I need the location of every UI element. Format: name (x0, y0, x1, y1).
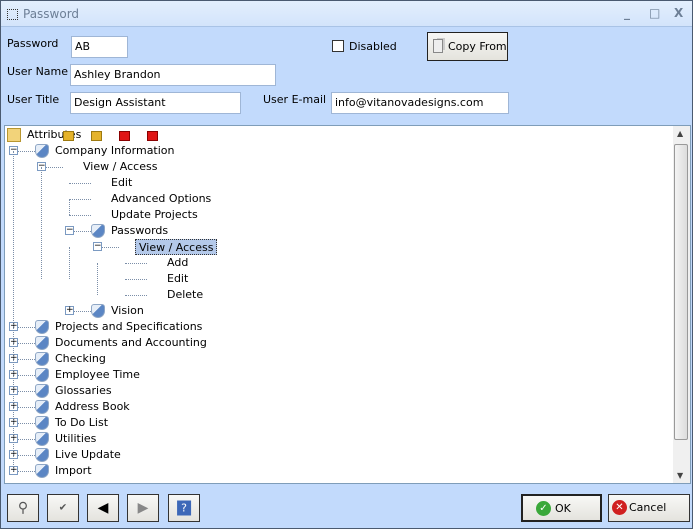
tree-item[interactable]: Checking (55, 351, 106, 367)
tree-item[interactable]: Live Update (55, 447, 121, 463)
tree-item[interactable]: Glossaries (55, 383, 112, 399)
shield-icon (35, 320, 49, 334)
tree-item[interactable]: View / Access (135, 239, 218, 255)
shield-icon (35, 416, 49, 430)
arrow-right-icon: ▶ (137, 500, 149, 516)
spell-check-button[interactable]: ✔ (47, 494, 79, 522)
tree-connector (69, 215, 91, 216)
tree-connector (41, 167, 42, 279)
arrow-left-icon: ◀ (97, 500, 109, 516)
user-name-input[interactable]: Ashley Brandon (70, 64, 276, 86)
collapse-toggle[interactable]: − (93, 242, 102, 251)
minimize-button[interactable]: _ (624, 6, 630, 20)
tree-item[interactable]: To Do List (55, 415, 108, 431)
next-button[interactable]: ▶ (127, 494, 159, 522)
shield-icon (35, 400, 49, 414)
previous-button[interactable]: ◀ (87, 494, 119, 522)
shield-icon (91, 224, 105, 238)
close-button[interactable]: X (674, 6, 683, 20)
user-name-label: User Name (7, 65, 69, 78)
tree-connector (125, 295, 147, 296)
password-input[interactable]: AB (71, 36, 128, 58)
user-email-label: User E-mail (263, 93, 327, 106)
tree-connector (125, 263, 147, 264)
tree-item[interactable]: Import (55, 463, 92, 479)
ok-label: OK (555, 502, 571, 515)
tree-connector (69, 199, 91, 200)
tree-item[interactable]: Vision (111, 303, 144, 319)
scroll-thumb[interactable] (674, 144, 688, 440)
tree-item[interactable]: Update Projects (111, 207, 198, 223)
shield-icon (35, 336, 49, 350)
tree-item[interactable]: Edit (111, 175, 132, 191)
title-bar: Password _ □ X (1, 1, 692, 27)
tree-connector (69, 183, 91, 184)
scroll-up-arrow[interactable]: ▲ (677, 129, 683, 138)
spellcheck-icon: ✔ (58, 502, 68, 514)
password-label: Password (7, 37, 59, 50)
shield-icon (35, 352, 49, 366)
tree-item[interactable]: Edit (167, 271, 188, 287)
user-title-input[interactable]: Design Assistant (70, 92, 241, 114)
password-window: Password _ □ X Password AB Disabled Copy… (0, 0, 693, 529)
copy-from-button[interactable]: Copy From (427, 32, 508, 61)
help-button[interactable]: ? (168, 494, 200, 522)
vertical-scrollbar[interactable]: ▲ ▼ (673, 126, 690, 483)
cancel-button[interactable]: ✕ Cancel (608, 494, 690, 522)
cancel-icon: ✕ (612, 500, 627, 515)
tree-item[interactable]: Delete (167, 287, 203, 303)
tree-item[interactable]: Employee Time (55, 367, 140, 383)
check-icon: ✓ (536, 501, 551, 516)
tree-item[interactable]: Utilities (55, 431, 96, 447)
user-email-input[interactable]: info@vitanovadesigns.com (331, 92, 509, 114)
cancel-label: Cancel (629, 501, 667, 514)
shield-icon (35, 144, 49, 158)
tree-item[interactable]: Passwords (111, 223, 168, 239)
collapse-toggle[interactable]: − (65, 226, 74, 235)
tree-item[interactable]: Advanced Options (111, 191, 211, 207)
lock-open-yellow-icon (91, 131, 102, 141)
lock-red-icon (119, 131, 130, 141)
tree-connector (69, 199, 70, 215)
tree-item[interactable]: Projects and Specifications (55, 319, 202, 335)
help-icon: ? (177, 500, 191, 516)
shield-icon (35, 464, 49, 478)
copy-icon (433, 39, 443, 53)
scroll-down-arrow[interactable]: ▼ (677, 471, 683, 480)
tree-connector (69, 247, 70, 279)
tree-item[interactable]: Add (167, 255, 188, 271)
lock-red-icon (147, 131, 158, 141)
ok-button[interactable]: ✓ OK (521, 494, 602, 522)
tree-item[interactable]: Address Book (55, 399, 130, 415)
shield-icon (35, 384, 49, 398)
tree-connector (97, 263, 98, 295)
tree-connector (13, 151, 14, 471)
app-icon (7, 9, 18, 20)
window-title: Password (23, 7, 80, 21)
shield-icon (35, 432, 49, 446)
shield-icon (35, 368, 49, 382)
user-title-label: User Title (7, 93, 60, 106)
shield-icon (91, 304, 105, 318)
tree-item[interactable]: Company Information (55, 143, 175, 159)
disabled-label: Disabled (349, 40, 397, 53)
tree-item[interactable]: View / Access (83, 159, 157, 175)
shield-icon (35, 448, 49, 462)
tree-item[interactable]: Documents and Accounting (55, 335, 207, 351)
permissions-tree[interactable]: ▲ ▼ Attributes − Company Information − View … (4, 125, 691, 484)
lock-open-yellow-icon (63, 131, 74, 141)
tree-connector (125, 279, 147, 280)
expand-toggle[interactable]: + (65, 306, 74, 315)
magnifier-icon: ⚲ (17, 500, 29, 516)
folder-icon (7, 128, 21, 142)
search-button[interactable]: ⚲ (7, 494, 39, 522)
disabled-checkbox[interactable] (332, 40, 344, 52)
maximize-button[interactable]: □ (649, 6, 660, 20)
copy-from-label: Copy From (448, 40, 507, 53)
